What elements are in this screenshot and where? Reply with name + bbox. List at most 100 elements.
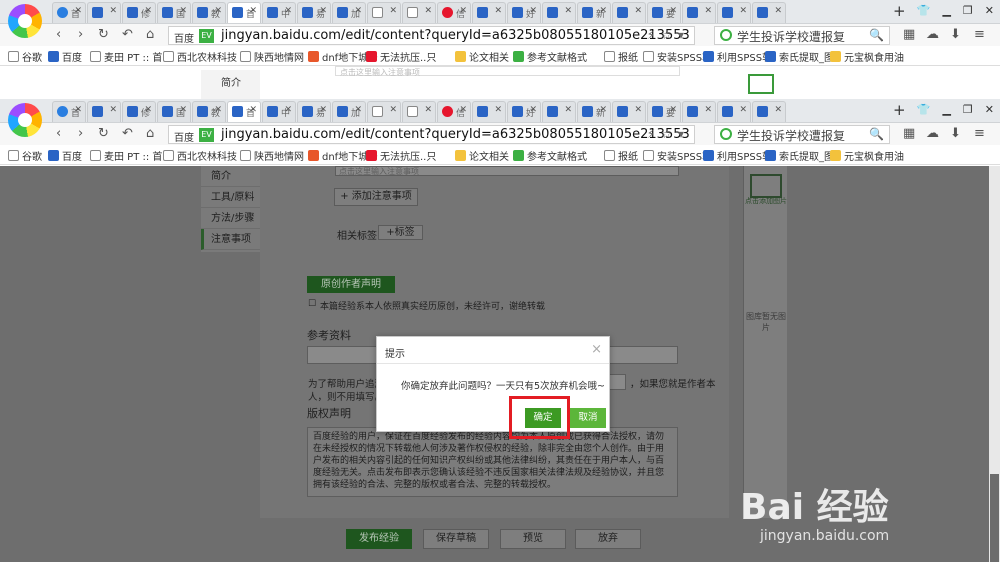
original-checkbox[interactable]: ☐ bbox=[308, 299, 316, 309]
browser-tab[interactable]: ✕ bbox=[402, 101, 436, 122]
browser-tab[interactable]: 信 ✕ bbox=[437, 2, 471, 23]
address-action-icons[interactable]: ⚡☆▾ bbox=[647, 127, 690, 141]
bookmark-item[interactable]: 论文相关 bbox=[455, 148, 509, 163]
shirt-icon[interactable]: 👕 bbox=[917, 103, 931, 116]
address-action-icons[interactable]: ⚡☆▾ bbox=[647, 28, 690, 42]
browser-logo-icon[interactable] bbox=[8, 4, 42, 38]
bookmark-item[interactable]: 安装SPSS软 bbox=[643, 49, 712, 64]
bookmark-item[interactable]: 麦田 PT :: 首 bbox=[90, 148, 162, 163]
author-input[interactable] bbox=[609, 374, 626, 390]
bookmark-item[interactable]: 麦田 PT :: 首 bbox=[90, 49, 162, 64]
tab-close-icon[interactable]: ✕ bbox=[634, 6, 642, 16]
browser-tab[interactable]: 中 ✕ bbox=[262, 2, 296, 23]
browser-tab[interactable]: ✕ bbox=[472, 2, 506, 23]
bookmark-item[interactable]: 陕西地情网 bbox=[240, 148, 304, 163]
browser-tab[interactable]: 要 ✕ bbox=[647, 101, 681, 122]
tab-close-icon[interactable]: ✕ bbox=[354, 6, 362, 16]
browser-tab[interactable]: ✕ bbox=[367, 101, 401, 122]
tab-close-icon[interactable]: ✕ bbox=[354, 105, 362, 115]
browser-tab[interactable]: 国 ✕ bbox=[157, 2, 191, 23]
top-image-icon[interactable] bbox=[748, 74, 774, 94]
tab-close-icon[interactable]: ✕ bbox=[494, 105, 502, 115]
forward-icon[interactable]: › bbox=[78, 27, 83, 42]
tab-close-icon[interactable]: ✕ bbox=[74, 105, 82, 115]
shirt-icon[interactable]: 👕 bbox=[917, 4, 931, 17]
address-url[interactable]: jingyan.baidu.com/edit/content?queryId=a… bbox=[221, 28, 690, 43]
bookmark-item[interactable]: 参考文献格式 bbox=[513, 148, 587, 163]
bookmark-item[interactable]: 元宝枫食用油 bbox=[830, 148, 904, 163]
tab-close-icon[interactable]: ✕ bbox=[319, 6, 327, 16]
back-icon[interactable]: ‹ bbox=[56, 126, 61, 141]
bookmark-item[interactable]: 报纸 bbox=[604, 49, 638, 64]
minimize-icon[interactable]: ▁ bbox=[942, 4, 950, 17]
menu-icon[interactable]: ≡ bbox=[974, 126, 985, 141]
tab-close-icon[interactable]: ✕ bbox=[564, 6, 572, 16]
tab-close-icon[interactable]: ✕ bbox=[144, 6, 152, 16]
preview-button[interactable]: 预览 bbox=[500, 529, 566, 549]
search-icon[interactable]: 🔍 bbox=[869, 127, 884, 141]
browser-tab[interactable]: 新 ✕ bbox=[577, 2, 611, 23]
browser-logo-icon[interactable] bbox=[8, 103, 42, 137]
reload-icon[interactable]: ↻ bbox=[98, 126, 109, 141]
browser-tab[interactable]: 要 ✕ bbox=[647, 2, 681, 23]
top-sidenav-item[interactable]: 简介 bbox=[201, 70, 260, 99]
tab-close-icon[interactable]: ✕ bbox=[319, 105, 327, 115]
reload-icon[interactable]: ↻ bbox=[98, 27, 109, 42]
bookmark-item[interactable]: 无法抗压..只 bbox=[366, 49, 436, 64]
browser-tab[interactable]: 首 ✕ bbox=[52, 2, 86, 23]
bookmark-item[interactable]: 安装SPSS软 bbox=[643, 148, 712, 163]
browser-tab[interactable]: 首 ✕ bbox=[52, 101, 86, 122]
browser-tab[interactable]: ✕ bbox=[542, 101, 576, 122]
new-tab-button[interactable]: + bbox=[893, 101, 906, 119]
publish-button[interactable]: 发布经验 bbox=[346, 529, 412, 549]
sidenav-item-tools[interactable]: 工具/原料 bbox=[201, 187, 260, 208]
top-note-input[interactable]: 点击这里输入注意事项 bbox=[335, 66, 680, 77]
bookmark-item[interactable]: 西北农林科技 bbox=[163, 49, 237, 64]
close-icon[interactable]: × bbox=[591, 342, 602, 357]
download-icon[interactable]: ⬇ bbox=[950, 126, 961, 141]
browser-tab[interactable]: ✕ bbox=[717, 101, 751, 122]
bookmark-item[interactable]: 谷歌 bbox=[8, 49, 42, 64]
browser-tab[interactable]: ✕ bbox=[87, 2, 121, 23]
browser-tab[interactable]: 加 ✕ bbox=[332, 101, 366, 122]
tab-close-icon[interactable]: ✕ bbox=[424, 105, 432, 115]
search-box[interactable]: 学生投诉学校遭报复 🔍 bbox=[714, 125, 890, 144]
browser-tab[interactable]: 好 ✕ bbox=[507, 101, 541, 122]
browser-tab[interactable]: 教 ✕ bbox=[192, 2, 226, 23]
tab-close-icon[interactable]: ✕ bbox=[389, 105, 397, 115]
tab-close-icon[interactable]: ✕ bbox=[739, 6, 747, 16]
tab-close-icon[interactable]: ✕ bbox=[669, 6, 677, 16]
tab-close-icon[interactable]: ✕ bbox=[564, 105, 572, 115]
browser-tab[interactable]: ✕ bbox=[752, 2, 786, 23]
browser-tab[interactable]: ✕ bbox=[87, 101, 121, 122]
browser-tab[interactable]: 信 ✕ bbox=[437, 101, 471, 122]
bookmark-item[interactable]: 元宝枫食用油 bbox=[830, 49, 904, 64]
tab-close-icon[interactable]: ✕ bbox=[424, 6, 432, 16]
close-icon[interactable]: ✕ bbox=[985, 4, 994, 17]
sidenav-item-intro[interactable]: 简介 bbox=[201, 166, 260, 187]
bookmark-item[interactable]: 陕西地情网 bbox=[240, 49, 304, 64]
browser-tab[interactable]: ✕ bbox=[612, 2, 646, 23]
search-box[interactable]: 学生投诉学校遭报复 🔍 bbox=[714, 26, 890, 45]
tab-close-icon[interactable]: ✕ bbox=[704, 6, 712, 16]
save-draft-button[interactable]: 保存草稿 bbox=[423, 529, 489, 549]
add-image-link[interactable]: 点击添加图片 bbox=[744, 196, 788, 206]
tab-close-icon[interactable]: ✕ bbox=[249, 105, 257, 115]
browser-tab[interactable]: 易 ✕ bbox=[297, 2, 331, 23]
tab-close-icon[interactable]: ✕ bbox=[109, 6, 117, 16]
tab-close-icon[interactable]: ✕ bbox=[144, 105, 152, 115]
search-text[interactable]: 学生投诉学校遭报复 bbox=[737, 28, 845, 45]
browser-tab[interactable]: 首 ✕ bbox=[227, 101, 261, 122]
add-tag-button[interactable]: +标签 bbox=[378, 225, 423, 240]
tab-close-icon[interactable]: ✕ bbox=[389, 6, 397, 16]
tab-close-icon[interactable]: ✕ bbox=[774, 6, 782, 16]
browser-tab[interactable]: 中 ✕ bbox=[262, 101, 296, 122]
browser-tab[interactable]: 首 ✕ bbox=[227, 2, 261, 23]
search-icon[interactable]: 🔍 bbox=[869, 28, 884, 42]
browser-tab[interactable]: 修 ✕ bbox=[122, 2, 156, 23]
scrollbar-thumb[interactable] bbox=[990, 474, 999, 562]
tab-close-icon[interactable]: ✕ bbox=[179, 105, 187, 115]
forward-icon[interactable]: › bbox=[78, 126, 83, 141]
tab-close-icon[interactable]: ✕ bbox=[284, 105, 292, 115]
bookmark-item[interactable]: 百度 bbox=[48, 49, 82, 64]
